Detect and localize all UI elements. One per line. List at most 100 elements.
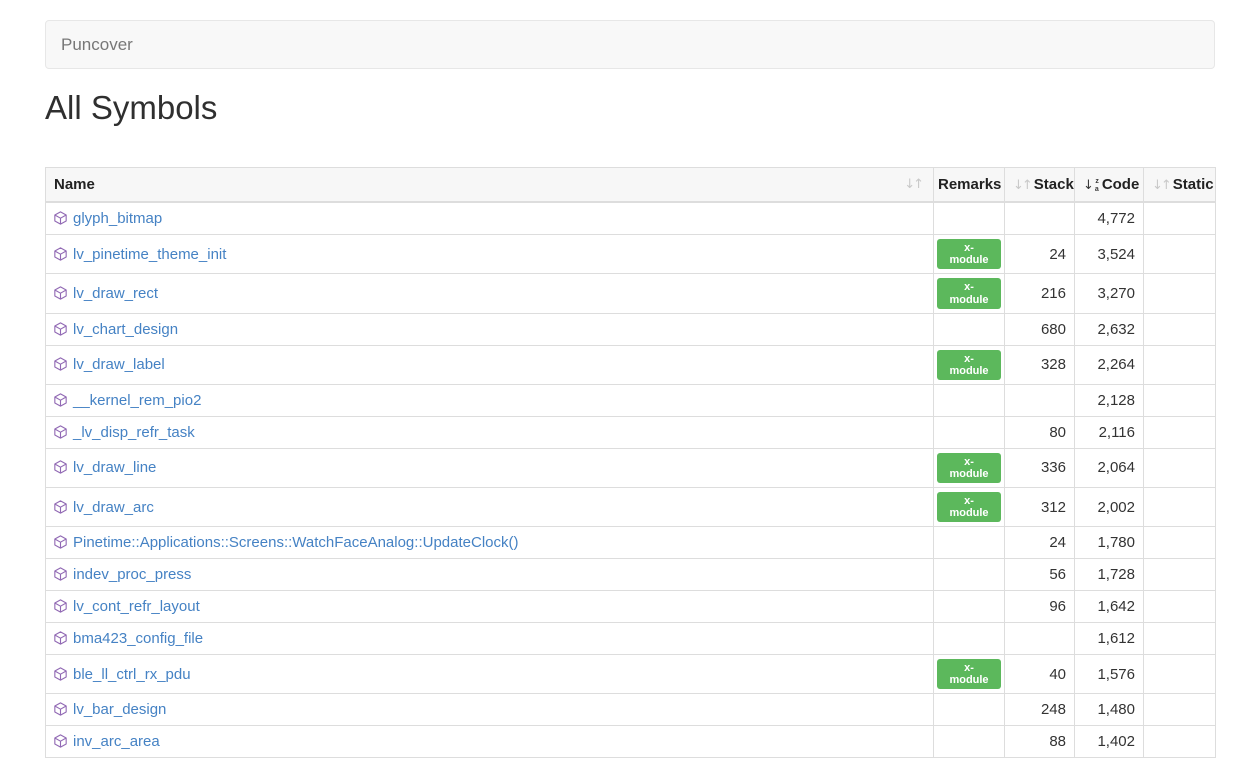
- symbol-name-cell: lv_cont_refr_layout: [46, 591, 934, 623]
- symbol-name-cell: lv_draw_arc: [46, 488, 934, 527]
- cube-icon: [54, 734, 67, 748]
- cube-icon: [54, 500, 67, 514]
- symbol-link[interactable]: lv_chart_design: [73, 321, 178, 338]
- symbol-link[interactable]: lv_draw_rect: [73, 285, 158, 302]
- code-value: 3,524: [1075, 235, 1144, 274]
- cube-icon: [54, 667, 67, 681]
- symbol-name-cell: glyph_bitmap: [46, 202, 934, 235]
- symbol-name-cell: lv_bar_design: [46, 694, 934, 726]
- code-value: 1,780: [1075, 527, 1144, 559]
- code-value: 1,402: [1075, 726, 1144, 758]
- table-row: Pinetime::Applications::Screens::WatchFa…: [46, 527, 1216, 559]
- static-value: [1144, 416, 1216, 448]
- static-value: [1144, 488, 1216, 527]
- table-row: lv_draw_line x-module 336 2,064: [46, 448, 1216, 487]
- remarks-cell: [934, 591, 1005, 623]
- code-value: 1,728: [1075, 559, 1144, 591]
- symbol-link[interactable]: _lv_disp_refr_task: [73, 424, 195, 441]
- table-row: lv_draw_arc x-module 312 2,002: [46, 488, 1216, 527]
- symbol-link[interactable]: glyph_bitmap: [73, 210, 162, 227]
- x-module-badge: x-module: [937, 278, 1001, 308]
- cube-icon: [54, 631, 67, 645]
- stack-value: 328: [1005, 345, 1075, 384]
- stack-value: 216: [1005, 274, 1075, 313]
- stack-value: 680: [1005, 313, 1075, 345]
- remarks-cell: [934, 623, 1005, 655]
- column-header-code[interactable]: ↓zaCode: [1075, 168, 1144, 203]
- remarks-cell: [934, 202, 1005, 235]
- sort-both-icon: ↓↑: [904, 177, 922, 192]
- symbol-link[interactable]: inv_arc_area: [73, 733, 160, 750]
- page-container: Puncover All Symbols Name ↓↑ Remarks ↓↑S…: [45, 20, 1215, 758]
- symbol-link[interactable]: lv_pinetime_theme_init: [73, 246, 226, 263]
- static-value: [1144, 235, 1216, 274]
- static-value: [1144, 623, 1216, 655]
- symbol-link[interactable]: lv_draw_arc: [73, 499, 154, 516]
- stack-value: 24: [1005, 527, 1075, 559]
- stack-value: 80: [1005, 416, 1075, 448]
- sort-both-icon: ↓↑: [1013, 178, 1031, 193]
- code-value: 2,116: [1075, 416, 1144, 448]
- table-row: inv_arc_area 88 1,402: [46, 726, 1216, 758]
- table-row: bma423_config_file 1,612: [46, 623, 1216, 655]
- cube-icon: [54, 286, 67, 300]
- column-header-name[interactable]: Name ↓↑: [46, 168, 934, 203]
- cube-icon: [54, 535, 67, 549]
- x-module-badge: x-module: [937, 350, 1001, 380]
- cube-icon: [54, 702, 67, 716]
- symbol-link[interactable]: lv_draw_label: [73, 356, 165, 373]
- symbol-link[interactable]: Pinetime::Applications::Screens::WatchFa…: [73, 534, 518, 551]
- cube-icon: [54, 567, 67, 581]
- column-label-static: Static: [1173, 176, 1214, 193]
- navbar: Puncover: [45, 20, 1215, 69]
- symbol-name-cell: lv_draw_line: [46, 448, 934, 487]
- table-row: _lv_disp_refr_task 80 2,116: [46, 416, 1216, 448]
- navbar-brand-link[interactable]: Puncover: [61, 35, 133, 55]
- cube-icon: [54, 460, 67, 474]
- column-header-static[interactable]: ↓↑Static: [1144, 168, 1216, 203]
- cube-icon: [54, 599, 67, 613]
- symbols-table-body: glyph_bitmap 4,772 lv_pinetime_theme_ini…: [46, 202, 1216, 758]
- static-value: [1144, 591, 1216, 623]
- symbol-name-cell: Pinetime::Applications::Screens::WatchFa…: [46, 527, 934, 559]
- stack-value: 248: [1005, 694, 1075, 726]
- remarks-cell: x-module: [934, 655, 1005, 694]
- symbol-link[interactable]: lv_cont_refr_layout: [73, 598, 200, 615]
- remarks-cell: [934, 527, 1005, 559]
- symbol-name-cell: lv_draw_label: [46, 345, 934, 384]
- table-row: lv_chart_design 680 2,632: [46, 313, 1216, 345]
- code-value: 2,632: [1075, 313, 1144, 345]
- remarks-cell: x-module: [934, 345, 1005, 384]
- x-module-badge: x-module: [937, 453, 1001, 483]
- stack-value: [1005, 384, 1075, 416]
- column-label-stack: Stack: [1034, 176, 1074, 193]
- sort-both-icon: ↓↑: [1152, 178, 1170, 193]
- static-value: [1144, 655, 1216, 694]
- symbol-link[interactable]: lv_bar_design: [73, 701, 166, 718]
- remarks-cell: x-module: [934, 448, 1005, 487]
- symbol-link[interactable]: ble_ll_ctrl_rx_pdu: [73, 666, 191, 683]
- column-header-remarks[interactable]: Remarks: [934, 168, 1005, 203]
- symbol-name-cell: lv_draw_rect: [46, 274, 934, 313]
- stack-value: 24: [1005, 235, 1075, 274]
- symbol-link[interactable]: lv_draw_line: [73, 459, 156, 476]
- remarks-cell: [934, 384, 1005, 416]
- code-value: 1,612: [1075, 623, 1144, 655]
- remarks-cell: x-module: [934, 488, 1005, 527]
- remarks-cell: [934, 416, 1005, 448]
- static-value: [1144, 559, 1216, 591]
- symbol-name-cell: lv_chart_design: [46, 313, 934, 345]
- symbol-link[interactable]: __kernel_rem_pio2: [73, 392, 201, 409]
- table-row: lv_draw_label x-module 328 2,264: [46, 345, 1216, 384]
- static-value: [1144, 313, 1216, 345]
- symbol-name-cell: indev_proc_press: [46, 559, 934, 591]
- static-value: [1144, 345, 1216, 384]
- remarks-cell: [934, 559, 1005, 591]
- symbol-link[interactable]: bma423_config_file: [73, 630, 203, 647]
- symbol-name-cell: ble_ll_ctrl_rx_pdu: [46, 655, 934, 694]
- column-header-stack[interactable]: ↓↑Stack: [1005, 168, 1075, 203]
- symbol-name-cell: inv_arc_area: [46, 726, 934, 758]
- cube-icon: [54, 425, 67, 439]
- symbol-link[interactable]: indev_proc_press: [73, 566, 191, 583]
- stack-value: [1005, 202, 1075, 235]
